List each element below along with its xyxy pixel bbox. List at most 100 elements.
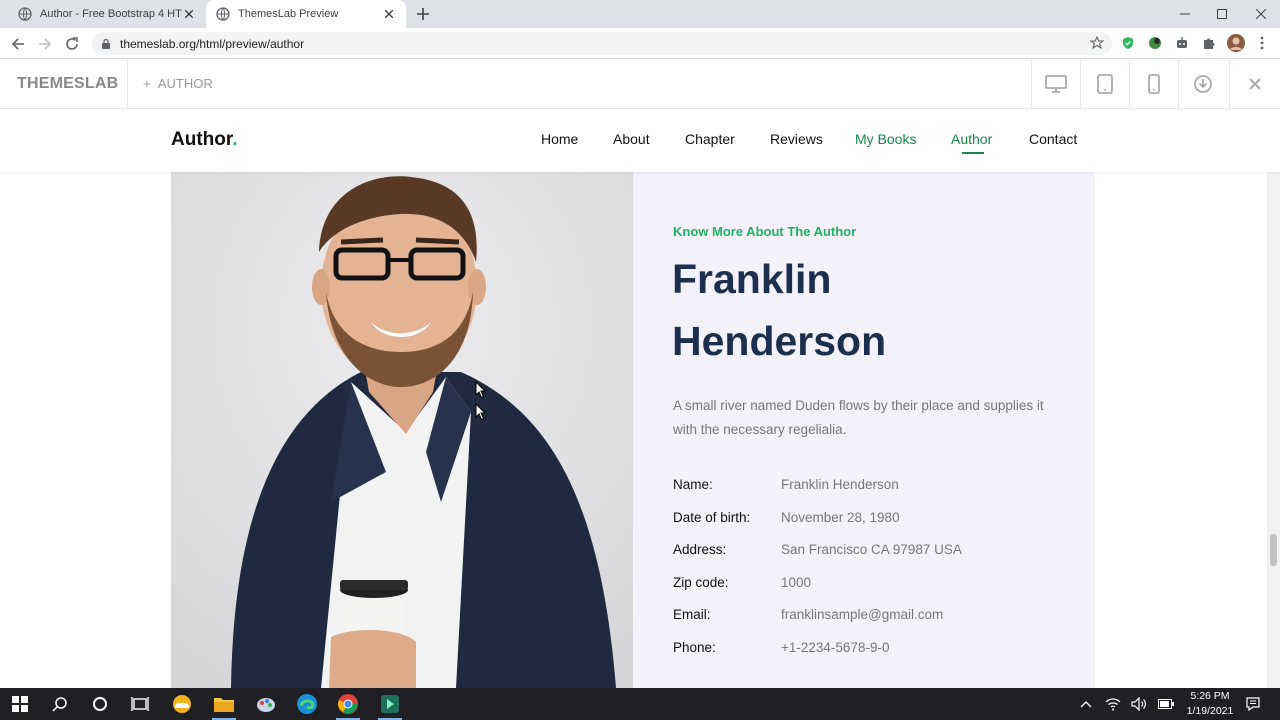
- volume-icon[interactable]: [1131, 696, 1147, 712]
- url-text: themeslab.org/html/preview/author: [120, 36, 305, 51]
- address-field[interactable]: themeslab.org/html/preview/author: [92, 32, 1112, 55]
- detail-label: Phone:: [673, 640, 716, 655]
- profile-avatar[interactable]: [1227, 34, 1245, 52]
- site-logo[interactable]: Author.: [171, 129, 238, 151]
- detail-row-zip: Zip code: 1000: [673, 575, 1073, 595]
- close-icon[interactable]: [382, 7, 396, 21]
- template-breadcrumb[interactable]: + AUTHOR: [143, 76, 213, 91]
- detail-value: 1000: [781, 575, 812, 590]
- chevron-up-icon[interactable]: [1078, 696, 1094, 712]
- more-menu-icon[interactable]: [1254, 35, 1270, 51]
- battery-icon[interactable]: [1158, 696, 1174, 712]
- shield-extension-icon[interactable]: [1120, 35, 1136, 51]
- themeslab-logo[interactable]: THEMESLAB: [17, 75, 118, 93]
- nav-home[interactable]: Home: [541, 131, 578, 147]
- robot-extension-icon[interactable]: [1174, 35, 1190, 51]
- detail-row-phone: Phone: +1-2234-5678-9-0: [673, 640, 1073, 660]
- detail-row-address: Address: San Francisco CA 97987 USA: [673, 542, 1073, 562]
- detail-value: November 28, 1980: [781, 510, 900, 525]
- new-tab-button[interactable]: [414, 5, 432, 23]
- task-view-icon[interactable]: [128, 692, 152, 716]
- scrollbar-thumb[interactable]: [1270, 534, 1277, 566]
- active-nav-underline: [962, 152, 984, 154]
- section-subtitle: Know More About The Author: [673, 224, 857, 239]
- brand-dot: .: [232, 129, 238, 150]
- author-name-last: Henderson: [672, 318, 887, 364]
- file-explorer-icon[interactable]: [212, 692, 236, 720]
- lock-icon: [102, 38, 110, 49]
- divider: [127, 59, 128, 109]
- download-button[interactable]: [1178, 59, 1227, 109]
- tablet-icon: [1097, 74, 1113, 94]
- template-name: AUTHOR: [157, 76, 213, 91]
- recorder-app-icon[interactable]: [378, 692, 402, 720]
- author-name-first: Franklin: [672, 256, 832, 302]
- nav-chapter[interactable]: Chapter: [685, 131, 735, 147]
- paint-app-icon[interactable]: [254, 692, 278, 716]
- windows-taskbar: 5:26 PM 1/19/2021: [0, 688, 1280, 720]
- download-icon: [1194, 75, 1212, 93]
- nav-contact[interactable]: Contact: [1029, 131, 1077, 147]
- maximize-button[interactable]: [1212, 4, 1232, 24]
- reload-button[interactable]: [62, 34, 82, 54]
- minimize-button[interactable]: [1175, 4, 1195, 24]
- page-scrollbar[interactable]: [1267, 172, 1280, 688]
- globe-extension-icon[interactable]: [1147, 35, 1163, 51]
- detail-value: Franklin Henderson: [781, 477, 899, 492]
- edge-browser-icon[interactable]: [295, 692, 319, 716]
- star-icon[interactable]: [1090, 36, 1104, 50]
- author-section: Know More About The Author Franklin Hend…: [171, 172, 1095, 688]
- tablet-view-button[interactable]: [1080, 59, 1129, 109]
- detail-label: Email:: [673, 607, 711, 622]
- reload-icon: [66, 37, 78, 50]
- search-icon[interactable]: [48, 692, 72, 716]
- preview-toolbar: THEMESLAB + AUTHOR: [0, 59, 1280, 109]
- system-clock[interactable]: 5:26 PM 1/19/2021: [1180, 689, 1240, 719]
- desktop-view-button[interactable]: [1031, 59, 1080, 109]
- close-icon: [1249, 78, 1261, 90]
- nav-about[interactable]: About: [613, 131, 650, 147]
- mouse-cursor-icon: [475, 403, 487, 421]
- plus-icon: +: [143, 76, 158, 91]
- detail-value: franklinsample@gmail.com: [781, 607, 944, 622]
- globe-icon: [18, 7, 32, 21]
- close-preview-button[interactable]: [1229, 59, 1280, 109]
- site-header: Author. Home About Chapter Reviews My Bo…: [0, 109, 1280, 172]
- author-info-panel: Know More About The Author Franklin Hend…: [633, 172, 1095, 688]
- detail-row-email: Email: franklinsample@gmail.com: [673, 607, 1073, 627]
- nav-author[interactable]: Author: [951, 131, 992, 147]
- mobile-icon: [1148, 74, 1160, 94]
- detail-row-name: Name: Franklin Henderson: [673, 477, 1073, 497]
- detail-label: Name:: [673, 477, 713, 492]
- back-button[interactable]: [8, 34, 28, 54]
- detail-value: +1-2234-5678-9-0: [781, 640, 890, 655]
- window-close-button[interactable]: [1251, 4, 1271, 24]
- author-bio: A small river named Duden flows by their…: [673, 398, 1044, 437]
- desktop-icon: [1045, 75, 1067, 93]
- browser-toolbar: themeslab.org/html/preview/author: [0, 28, 1280, 59]
- browser-tab-author[interactable]: Author - Free Bootstrap 4 HTML5: [8, 0, 206, 28]
- nav-my-books[interactable]: My Books: [855, 131, 916, 147]
- author-photo: [171, 172, 633, 688]
- nav-reviews[interactable]: Reviews: [770, 131, 823, 147]
- mouse-cursor-icon: [475, 381, 487, 399]
- tab-title: Author - Free Bootstrap 4 HTML5: [40, 8, 182, 20]
- browser-tab-preview[interactable]: ThemesLab Preview: [206, 0, 406, 28]
- globe-icon: [216, 7, 230, 21]
- puzzle-icon[interactable]: [1201, 35, 1217, 51]
- detail-label: Date of birth:: [673, 510, 751, 525]
- wifi-icon[interactable]: [1105, 696, 1121, 712]
- detail-label: Address:: [673, 542, 727, 557]
- notifications-icon[interactable]: [1245, 696, 1261, 712]
- detail-label: Zip code:: [673, 575, 729, 590]
- forward-button[interactable]: [35, 34, 55, 54]
- weather-app-icon[interactable]: [170, 692, 194, 716]
- clock-date: 1/19/2021: [1186, 705, 1234, 717]
- chrome-browser-icon[interactable]: [336, 692, 360, 720]
- mobile-view-button[interactable]: [1129, 59, 1178, 109]
- close-icon[interactable]: [182, 7, 196, 21]
- arrow-right-icon: [39, 38, 52, 50]
- cortana-icon[interactable]: [88, 692, 112, 716]
- windows-start-icon[interactable]: [8, 692, 32, 716]
- clock-time: 5:26 PM: [1190, 690, 1230, 702]
